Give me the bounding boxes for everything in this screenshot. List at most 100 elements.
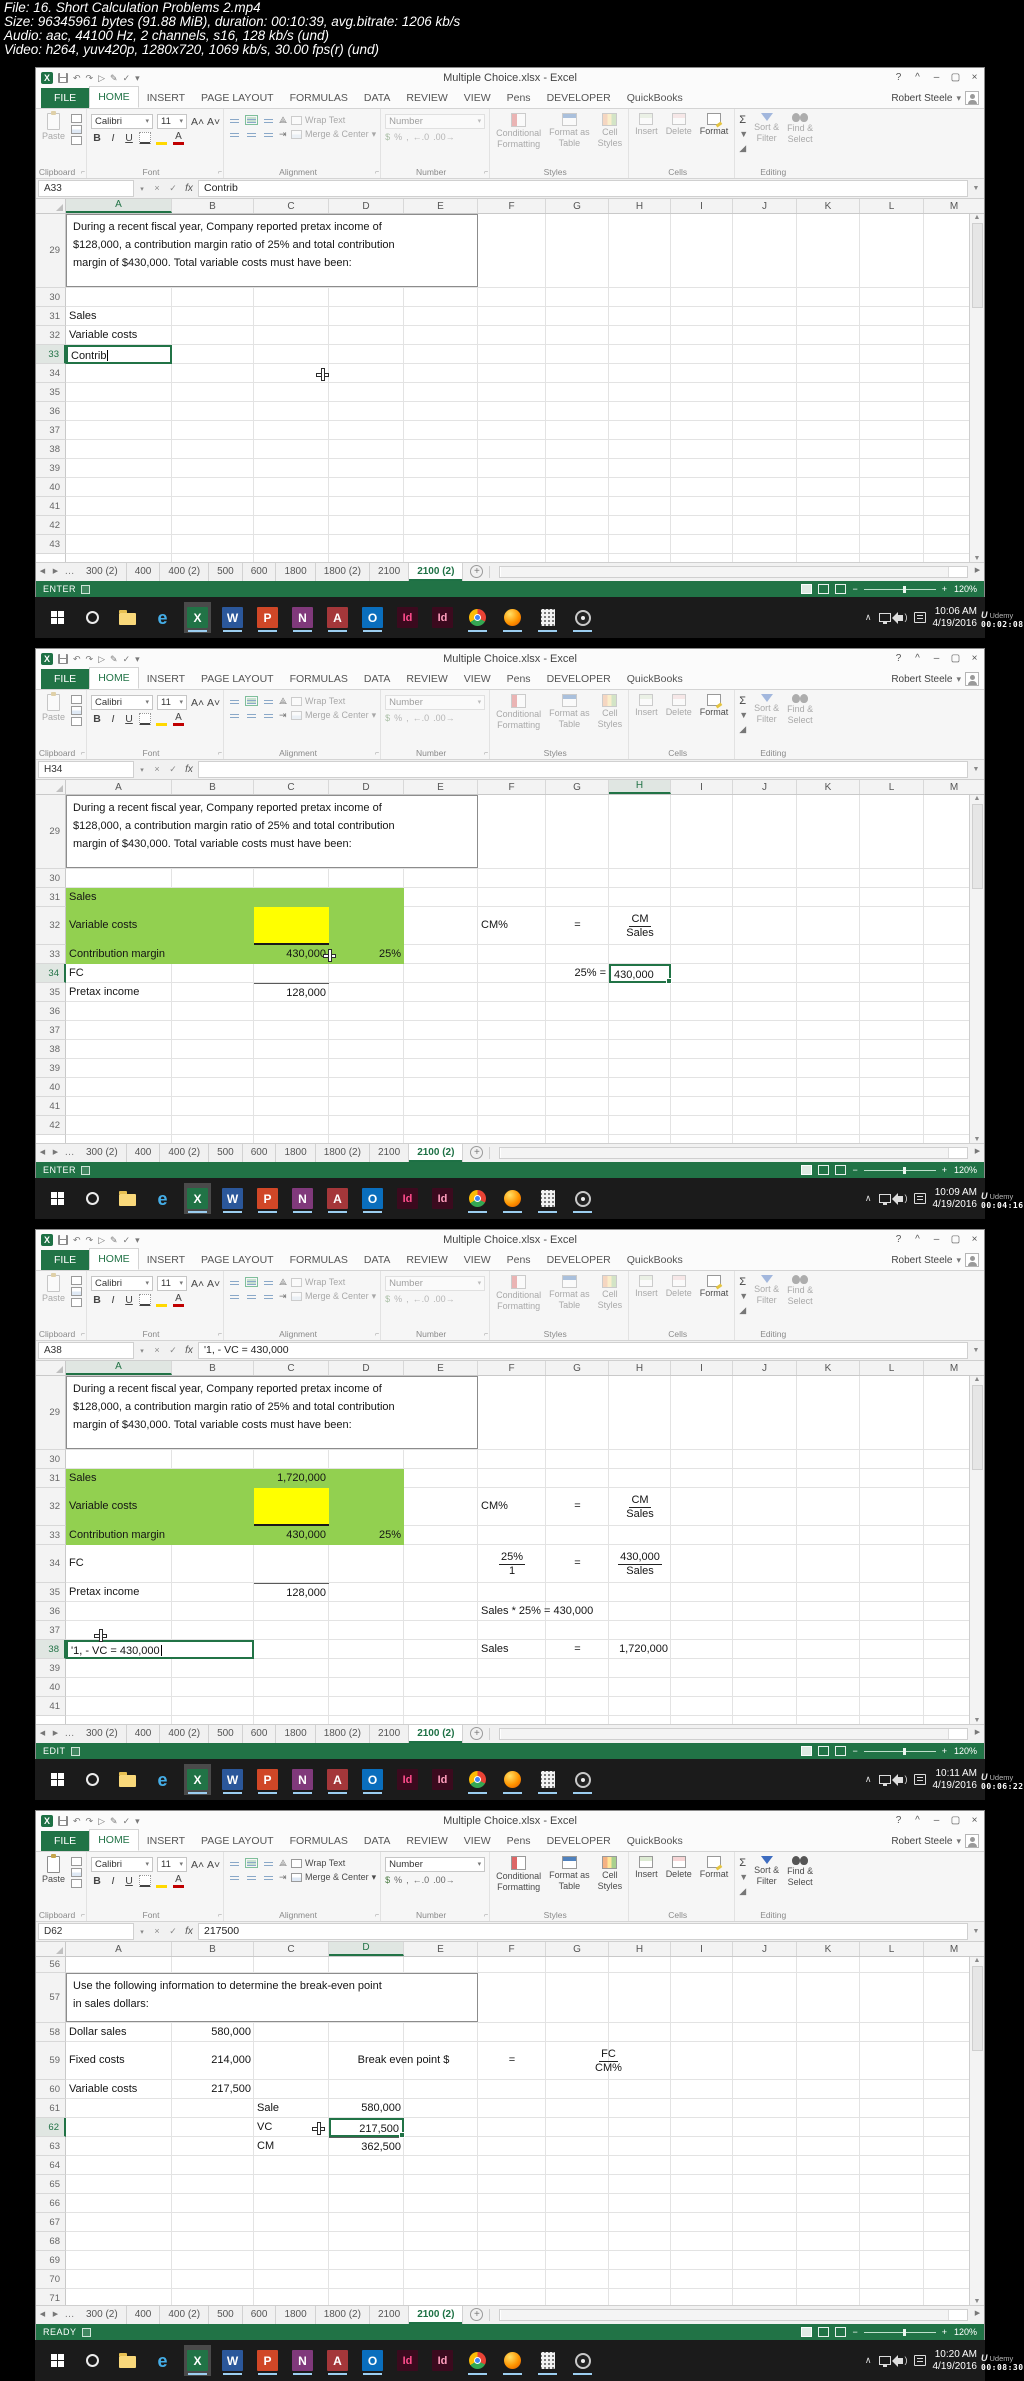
column-header[interactable]: H	[609, 1361, 671, 1375]
fill-color-button[interactable]	[155, 131, 168, 145]
formula-bar-expand-icon[interactable]: ▼	[970, 766, 982, 773]
zoom-slider[interactable]	[863, 585, 936, 593]
dialog-launcher-icon[interactable]: ⌐	[375, 1330, 379, 1339]
dialog-launcher-icon[interactable]: ⌐	[218, 1911, 222, 1920]
sheet-scroll-left-icon[interactable]: ◀	[36, 563, 49, 581]
horizontal-scrollbar[interactable]	[499, 1147, 968, 1159]
format-button[interactable]: Format	[698, 693, 731, 718]
cortana-button[interactable]	[79, 2345, 106, 2376]
insert-button[interactable]: Insert	[633, 693, 660, 718]
align-center-icon[interactable]	[245, 1872, 258, 1882]
problem-textbox[interactable]: During a recent fiscal year, Company rep…	[66, 795, 478, 868]
tab-insert[interactable]: INSERT	[139, 88, 193, 108]
cell-grid[interactable]: 29 30 31 32 33 34 35 36 37 38 39 40 41 Sales 1,720,000…	[36, 1376, 969, 1724]
conditional-formatting-button[interactable]: Conditional Formatting	[494, 693, 543, 731]
qat-check-icon[interactable]: ✓	[123, 1234, 131, 1246]
speaker-icon[interactable]	[891, 611, 908, 624]
grid-cell[interactable]: Dollar sales	[66, 2023, 172, 2042]
increase-decimal-icon[interactable]: ←.0	[413, 1874, 430, 1886]
column-header[interactable]: G	[546, 1361, 609, 1375]
format-painter-icon[interactable]	[71, 717, 83, 726]
undo-icon[interactable]: ↶	[73, 1234, 81, 1246]
qat-dropdown-icon[interactable]: ▾	[135, 1234, 140, 1246]
page-layout-view-icon[interactable]	[818, 2327, 830, 2337]
page-break-view-icon[interactable]	[835, 1746, 847, 1756]
display-icon[interactable]	[878, 613, 891, 624]
grid-cell[interactable]: 580,000	[329, 2099, 404, 2118]
cancel-icon[interactable]: ×	[150, 1923, 164, 1940]
column-header[interactable]: A	[66, 1942, 172, 1956]
column-header[interactable]: L	[860, 199, 924, 213]
tray-expand-icon[interactable]: ∧	[865, 612, 872, 623]
calculator-taskbar-button[interactable]	[534, 1183, 561, 1214]
row-header[interactable]: 69	[36, 2251, 66, 2270]
fill-button[interactable]: ▼	[739, 1290, 748, 1302]
select-all-corner[interactable]	[36, 199, 66, 213]
page-break-view-icon[interactable]	[835, 2327, 847, 2337]
save-icon[interactable]	[58, 73, 68, 83]
row-header[interactable]: 34	[36, 364, 66, 383]
font-color-button[interactable]: A	[172, 712, 185, 726]
sheet-tab[interactable]: 1800	[276, 2306, 316, 2324]
column-header[interactable]: F	[478, 1361, 546, 1375]
sort-filter-button[interactable]: Sort & Filter	[752, 1274, 781, 1306]
qat-check-icon[interactable]: ✓	[123, 653, 131, 665]
insert-function-icon[interactable]: fx	[182, 1923, 196, 1940]
column-header[interactable]: L	[860, 780, 924, 794]
grid-cell[interactable]: =	[546, 907, 609, 945]
tab-page-layout[interactable]: PAGE LAYOUT	[193, 669, 282, 689]
tab-review[interactable]: REVIEW	[398, 1831, 455, 1851]
outlook-taskbar-button[interactable]: O	[359, 1183, 386, 1214]
row-header[interactable]: 70	[36, 2270, 66, 2289]
conditional-formatting-button[interactable]: Conditional Formatting	[494, 1855, 543, 1893]
column-header[interactable]: I	[671, 199, 733, 213]
sheet-tab[interactable]: 600	[243, 1725, 277, 1743]
enter-icon[interactable]: ✓	[166, 180, 180, 197]
italic-button[interactable]: I	[107, 131, 119, 145]
tab-view[interactable]: VIEW	[456, 88, 499, 108]
wrap-text-button[interactable]: Wrap Text	[291, 1276, 376, 1288]
problem-textbox[interactable]: During a recent fiscal year, Company rep…	[66, 214, 478, 287]
row-header[interactable]: 33	[36, 1526, 66, 1545]
row-header[interactable]: 29	[36, 1376, 66, 1450]
cell-styles-button[interactable]: Cell Styles	[596, 693, 625, 730]
edge-button[interactable]: e	[149, 2345, 176, 2376]
sheet-tab[interactable]: 300 (2)	[78, 2306, 127, 2324]
grid-cell[interactable]: 430,000 Sales	[609, 1545, 671, 1583]
file-explorer-button[interactable]	[114, 1183, 141, 1214]
sheet-tab-active[interactable]: 2100 (2)	[409, 1725, 464, 1743]
column-header[interactable]: C	[254, 199, 329, 213]
indent-icon[interactable]: ⇥	[279, 709, 287, 721]
tab-quickbooks[interactable]: QuickBooks	[619, 1250, 691, 1270]
zoom-level[interactable]: 120%	[953, 584, 977, 594]
tray-expand-icon[interactable]: ∧	[865, 2355, 872, 2366]
align-bottom-icon[interactable]	[262, 115, 275, 125]
cell-styles-button[interactable]: Cell Styles	[596, 1274, 625, 1311]
format-painter-icon[interactable]	[71, 136, 83, 145]
formula-input[interactable]: '1, - VC = 430,000	[198, 1342, 968, 1359]
sheet-scroll-right-icon[interactable]: ▶	[49, 563, 62, 581]
close-button[interactable]: ×	[965, 1811, 984, 1831]
sheet-tab[interactable]: 1800 (2)	[316, 2306, 370, 2324]
column-header[interactable]: C	[254, 1361, 329, 1375]
formula-bar-expand-icon[interactable]: ▼	[970, 1928, 982, 1935]
font-color-button[interactable]: A	[172, 131, 185, 145]
row-header[interactable]: 56	[36, 1957, 66, 1973]
qat-dropdown-icon[interactable]: ▾	[135, 653, 140, 665]
grid-cell[interactable]: Contribution margin	[66, 1526, 172, 1545]
close-button[interactable]: ×	[965, 1230, 984, 1250]
macro-record-icon[interactable]	[81, 2327, 91, 2337]
comma-style-icon[interactable]: ,	[406, 131, 409, 143]
row-header[interactable]: 31	[36, 888, 66, 907]
indesign-taskbar-button[interactable]: Id	[394, 1183, 421, 1214]
zoom-out-icon[interactable]: −	[852, 584, 857, 594]
grid-cell[interactable]: '1, - VC = 430,000	[66, 1640, 254, 1659]
row-header[interactable]: 34	[36, 1545, 66, 1583]
grid-cell[interactable]: CM Sales	[609, 907, 671, 945]
access-taskbar-button[interactable]: A	[324, 602, 351, 633]
grid-cell[interactable]: =	[546, 1488, 609, 1526]
align-bottom-icon[interactable]	[262, 1277, 275, 1287]
find-select-button[interactable]: Find & Select	[785, 693, 815, 726]
align-middle-icon[interactable]	[245, 696, 259, 706]
find-select-button[interactable]: Find & Select	[785, 1274, 815, 1307]
